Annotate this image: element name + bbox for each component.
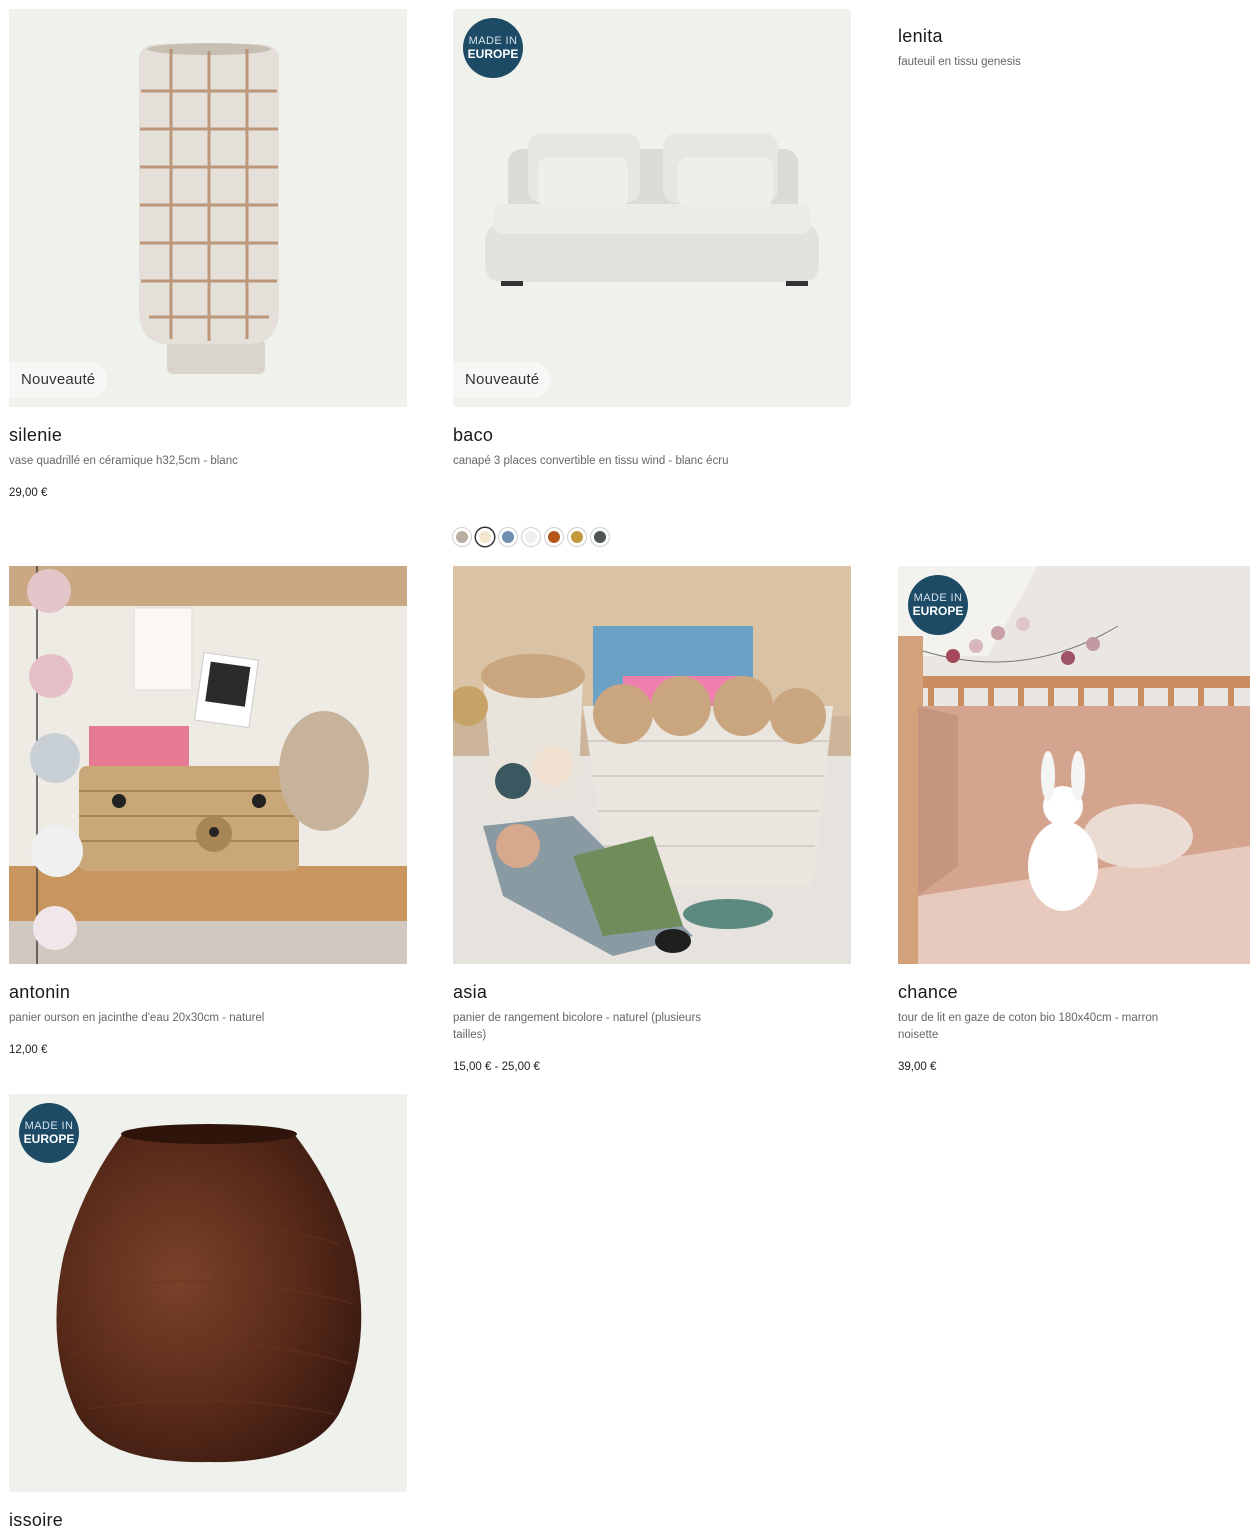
product-image[interactable]: Nouveauté [9,9,407,407]
new-badge: Nouveauté [9,362,108,398]
made-in-europe-badge: MADE IN EUROPE [463,18,523,78]
product-image[interactable]: MADE IN EUROPE Nouveauté [453,9,851,407]
badge-line-1: MADE IN [24,1120,74,1132]
badge-line-1: MADE IN [468,35,518,47]
product-description: panier de rangement bicolore - naturel (… [453,1012,702,1041]
product-card-asia[interactable]: asia panier de rangement bicolore - natu… [453,566,851,1073]
product-price: 29,00 € [9,487,48,499]
product-name[interactable]: asia [453,982,851,1003]
product-description: tour de lit en gaze de coton bio 180x40c… [898,1012,1159,1041]
product-description: vase quadrillé en céramique h32,5cm - bl… [9,455,238,467]
product-price: 39,00 € [898,1061,937,1073]
product-description: panier ourson en jacinthe d'eau 20x30cm … [9,1012,265,1024]
badge-line-2: EUROPE [467,47,519,61]
color-swatch[interactable] [591,528,609,546]
made-in-europe-badge: MADE IN EUROPE [19,1103,79,1163]
product-name[interactable]: issoire [9,1510,407,1531]
color-swatches [453,528,609,546]
color-swatch[interactable] [545,528,563,546]
made-in-europe-badge: MADE IN EUROPE [908,575,968,635]
product-card-antonin[interactable]: antonin panier ourson en jacinthe d'eau … [9,566,407,1056]
product-image[interactable]: MADE IN EUROPE [9,1094,407,1492]
storage-basket-photo [453,566,851,964]
product-card-chance[interactable]: MADE IN EUROPE chance tour de lit en gaz… [898,566,1250,1073]
product-card-silenie[interactable]: Nouveauté silenie vase quadrillé en céra… [9,9,407,499]
color-swatch[interactable] [499,528,517,546]
product-description: canapé 3 places convertible en tissu win… [453,455,729,467]
product-name[interactable]: antonin [9,982,407,1003]
product-price: 12,00 € [9,1044,48,1056]
new-badge: Nouveauté [453,362,552,398]
badge-line-2: EUROPE [912,604,964,618]
product-name[interactable]: baco [453,425,851,446]
product-image[interactable]: MADE IN EUROPE [898,566,1250,964]
product-image[interactable] [9,566,407,964]
color-swatch[interactable] [453,528,471,546]
product-name[interactable]: silenie [9,425,407,446]
color-swatch[interactable] [522,528,540,546]
basket-photo [9,566,407,964]
badge-line-1: MADE IN [913,592,963,604]
product-description: fauteuil en tissu genesis [898,56,1021,68]
color-swatch[interactable] [568,528,586,546]
product-card-baco[interactable]: MADE IN EUROPE Nouveauté baco canapé 3 p… [453,9,851,470]
color-swatch-selected[interactable] [476,528,494,546]
badge-line-2: EUROPE [23,1132,75,1146]
product-card-issoire[interactable]: MADE IN EUROPE issoire [9,1094,407,1531]
product-name[interactable]: lenita [898,26,1250,47]
vase-illustration [9,9,407,407]
product-name[interactable]: chance [898,982,1250,1003]
product-price: 15,00 € - 25,00 € [453,1061,540,1073]
product-card-lenita[interactable]: lenita fauteuil en tissu genesis [898,26,1250,71]
product-image[interactable] [453,566,851,964]
